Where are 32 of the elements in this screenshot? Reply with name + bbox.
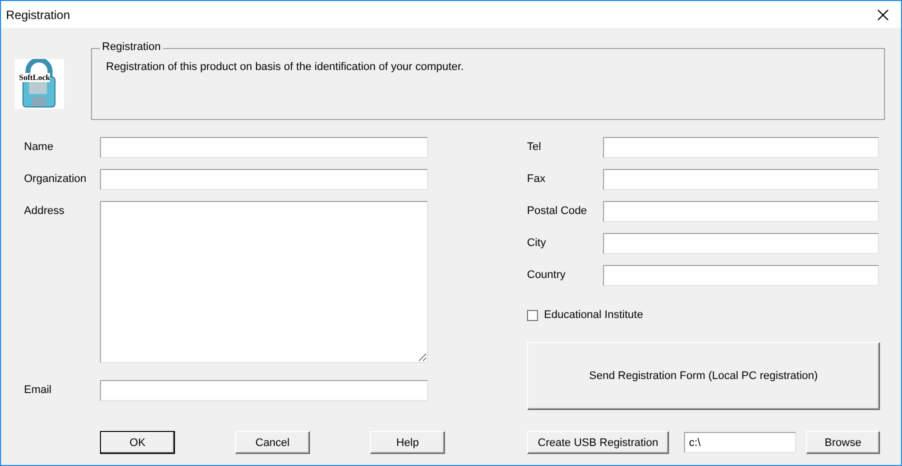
close-icon[interactable] bbox=[877, 8, 889, 20]
input-field[interactable] bbox=[100, 380, 428, 401]
checkbox[interactable] bbox=[527, 310, 538, 320]
field-label: Name bbox=[24, 140, 54, 153]
input-field[interactable] bbox=[603, 137, 879, 158]
window-title: Registration bbox=[6, 8, 70, 22]
input-field[interactable] bbox=[603, 265, 879, 286]
field-label: Country bbox=[527, 268, 567, 281]
input-field[interactable] bbox=[603, 201, 879, 222]
dialog-button[interactable]: OK bbox=[100, 431, 175, 454]
input-field[interactable] bbox=[100, 169, 428, 190]
dialog-button[interactable]: Cancel bbox=[235, 431, 310, 454]
field-label: Postal Code bbox=[527, 204, 588, 217]
input-field[interactable] bbox=[100, 201, 428, 363]
dialog-button[interactable]: Help bbox=[370, 431, 445, 454]
field-label: Address bbox=[24, 204, 66, 217]
browse-button[interactable]: Browse bbox=[806, 431, 880, 454]
field-label: Fax bbox=[527, 172, 546, 185]
usb-button[interactable]: Create USB Registration bbox=[527, 431, 669, 454]
input-field[interactable] bbox=[603, 169, 879, 190]
field-label: Email bbox=[24, 383, 53, 396]
path-field[interactable]: c:\ bbox=[684, 432, 796, 453]
field-label: Organization bbox=[24, 172, 88, 185]
lock-logo: SoftLock bbox=[15, 59, 64, 109]
group-description: Registration of this product on basis of the identification of your computer. bbox=[106, 61, 464, 73]
field-label: Tel bbox=[527, 140, 542, 153]
checkbox-label: Educational Institute bbox=[544, 309, 644, 321]
send-form-button[interactable]: Send Registration Form (Local PC registration) bbox=[527, 342, 880, 410]
field-label: City bbox=[527, 236, 547, 249]
input-field[interactable] bbox=[603, 233, 879, 254]
group-title: Registration bbox=[100, 41, 163, 53]
input-field[interactable] bbox=[100, 137, 428, 158]
